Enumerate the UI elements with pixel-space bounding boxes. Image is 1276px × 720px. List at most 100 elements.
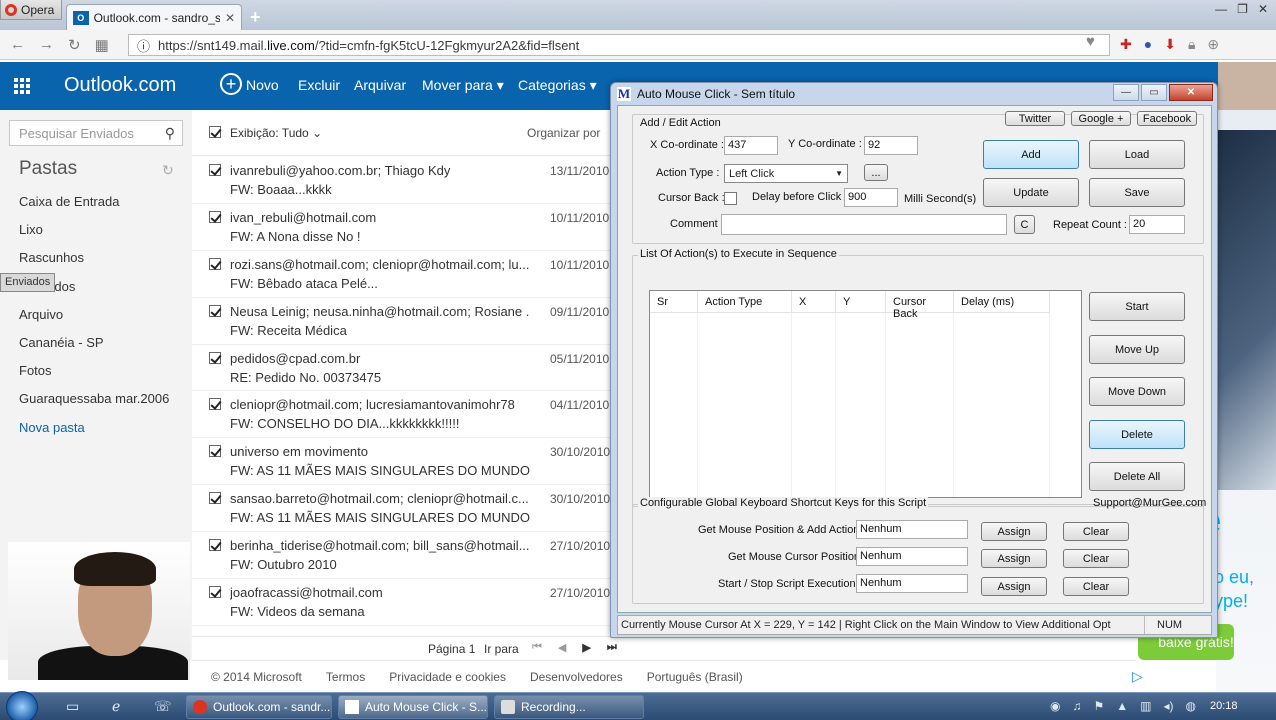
explorer-icon[interactable]: ▭ — [66, 698, 79, 715]
message-row[interactable]: berinha_tiderise@hotmail.com; bill_sans@… — [192, 532, 612, 580]
facebook-button[interactable]: Facebook — [1137, 111, 1197, 126]
first-page-icon[interactable]: ⏮ — [532, 641, 542, 654]
taskbar-item-recording[interactable]: Recording... — [494, 695, 644, 719]
column-header-y[interactable]: Y — [836, 291, 886, 313]
start-button[interactable] — [6, 691, 38, 720]
tray-icon-1[interactable]: ◉ — [1050, 699, 1060, 713]
tray-icon-2[interactable]: ♫ — [1072, 699, 1081, 713]
adchoices-icon[interactable]: ▷ — [1132, 668, 1143, 685]
search-icon[interactable]: ⚲ — [165, 125, 175, 142]
message-row[interactable]: pedidos@cpad.com.br RE: Pedido No. 003734… — [192, 345, 612, 392]
shortcut-input[interactable]: Nenhum — [856, 547, 968, 566]
message-row[interactable]: joaofracassi@hotmail.com FW: Videos da se… — [192, 579, 612, 626]
ie-icon[interactable]: ℯ — [112, 698, 120, 715]
developers-link[interactable]: Desenvolvedores — [530, 670, 623, 684]
message-row[interactable]: universo em movimento FW: AS 11 MÃES MAIS… — [192, 438, 612, 486]
categories-command[interactable]: Categorias ▾ — [518, 77, 597, 94]
assign-button[interactable]: Assign — [981, 522, 1047, 541]
network-icon[interactable]: ▥ — [1140, 699, 1151, 713]
message-checkbox[interactable] — [209, 445, 221, 458]
view-filter-dropdown[interactable]: Exibição: Tudo ⌄ — [230, 126, 322, 140]
folder-archive[interactable]: Arquivo — [0, 301, 192, 329]
add-button[interactable]: Add — [983, 140, 1079, 169]
language-link[interactable]: Português (Brasil) — [647, 670, 743, 684]
bookmark-heart-icon[interactable]: ♥ — [1086, 33, 1095, 50]
app-launcher-grid-icon[interactable] — [14, 78, 30, 94]
action-options-button[interactable]: ... — [864, 164, 888, 181]
column-header-delay[interactable]: Delay (ms) — [954, 291, 1050, 313]
column-header-cursor-back[interactable]: Cursor Back — [886, 291, 954, 320]
repeat-count-input[interactable]: 20 — [1129, 215, 1185, 234]
taskbar-clock[interactable]: 20:18 — [1210, 700, 1238, 712]
google-plus-button[interactable]: Google + — [1071, 111, 1131, 126]
message-checkbox[interactable] — [209, 351, 221, 364]
folder-sent[interactable]: Enviados — [0, 272, 56, 292]
x-coordinate-input[interactable]: 437 — [724, 136, 778, 155]
message-row[interactable]: ivan_rebuli@hotmail.com FW: A Nona disse … — [192, 204, 612, 251]
search-input[interactable]: Pesquisar Enviados ⚲ — [9, 120, 183, 146]
new-tab-button[interactable]: + — [250, 7, 261, 28]
message-checkbox[interactable] — [209, 257, 221, 270]
viber-icon[interactable]: ☏ — [154, 698, 172, 715]
url-input[interactable]: ⓘ https://snt149.mail.live.com/?tid=cmfn… — [128, 34, 1110, 56]
new-folder-link[interactable]: Nova pasta — [0, 414, 192, 442]
twitter-button[interactable]: Twitter — [1005, 111, 1065, 126]
move-to-command[interactable]: Mover para ▾ — [422, 77, 504, 94]
maximize-button[interactable]: ❐ — [1237, 2, 1248, 16]
clear-comment-button[interactable]: C — [1014, 215, 1035, 234]
assign-button[interactable]: Assign — [981, 577, 1047, 596]
message-checkbox[interactable] — [209, 492, 221, 505]
support-email[interactable]: Support@MurGee.com — [1093, 497, 1206, 509]
extension-globe-icon[interactable]: ● — [1144, 36, 1152, 53]
folder-junk[interactable]: Lixo — [0, 216, 192, 244]
extension-red-icon[interactable]: ✚ — [1120, 36, 1132, 53]
volume-icon[interactable]: ◂) — [1163, 699, 1173, 713]
y-coordinate-input[interactable]: 92 — [864, 136, 918, 155]
forward-arrow-icon[interactable]: → — [39, 36, 54, 54]
message-checkbox[interactable] — [209, 539, 221, 552]
select-all-checkbox[interactable] — [209, 126, 221, 138]
minimize-button[interactable]: — — [1215, 2, 1227, 16]
move-down-button[interactable]: Move Down — [1089, 377, 1185, 406]
start-button[interactable]: Start — [1089, 292, 1185, 321]
delete-all-button[interactable]: Delete All — [1089, 462, 1185, 491]
globe-icon[interactable]: ◍ — [1186, 699, 1196, 713]
message-row[interactable]: cleniopr@hotmail.com; lucresiamantovanim… — [192, 391, 612, 439]
archive-command[interactable]: Arquivar — [354, 77, 406, 93]
shortcut-input[interactable]: Nenhum — [856, 520, 968, 539]
refresh-icon[interactable]: ↻ — [162, 162, 174, 179]
message-checkbox[interactable] — [209, 210, 221, 223]
delay-input[interactable]: 900 — [844, 188, 898, 207]
column-header-x[interactable]: X — [792, 291, 836, 313]
sort-by-dropdown[interactable]: Organizar por — [527, 126, 600, 140]
cursor-back-checkbox[interactable] — [724, 192, 737, 205]
shortcut-input[interactable]: Nenhum — [856, 574, 968, 593]
downloads-icon[interactable]: ⊕ — [1207, 36, 1219, 53]
folder-cananeia[interactable]: Cananéia - SP — [0, 329, 192, 357]
update-button[interactable]: Update — [983, 178, 1079, 207]
tray-icon-4[interactable]: ▲ — [1116, 699, 1128, 713]
tab-close-icon[interactable]: ✕ — [225, 11, 235, 25]
delete-command[interactable]: Excluir — [298, 77, 340, 93]
privacy-link[interactable]: Privacidade e cookies — [389, 670, 506, 684]
back-arrow-icon[interactable]: ← — [10, 36, 25, 54]
opera-menu-button[interactable]: Opera — [0, 0, 62, 20]
next-page-icon[interactable]: ▶ — [582, 641, 590, 654]
message-row[interactable]: ivanrebuli@yahoo.com.br; Thiago Kdy FW: B… — [192, 157, 612, 204]
taskbar-item-auto-mouse-click[interactable]: Auto Mouse Click - S... — [338, 695, 488, 719]
taskbar-item-outlook[interactable]: Outlook.com - sandr... — [186, 695, 332, 719]
delete-button[interactable]: Delete — [1089, 420, 1185, 449]
action-list-table[interactable]: Sr Action Type X Y Cursor Back Delay (ms… — [649, 290, 1082, 498]
save-button[interactable]: Save — [1089, 178, 1185, 207]
folder-inbox[interactable]: Caixa de Entrada — [0, 188, 192, 216]
message-row[interactable]: Neusa Leinig; neusa.ninha@hotmail.com; R… — [192, 298, 612, 345]
reload-icon[interactable]: ↻ — [68, 36, 81, 54]
clear-button[interactable]: Clear — [1063, 522, 1129, 541]
terms-link[interactable]: Termos — [326, 670, 365, 684]
close-button[interactable]: ✕ — [1258, 2, 1268, 16]
folder-photos[interactable]: Fotos — [0, 357, 192, 385]
lock-icon[interactable]: 🔒︎ — [1188, 36, 1195, 53]
load-button[interactable]: Load — [1089, 140, 1185, 169]
message-row[interactable]: rozi.sans@hotmail.com; cleniopr@hotmail.… — [192, 251, 612, 298]
browser-tab-outlook[interactable]: O Outlook.com - sandro_ss ✕ — [66, 4, 242, 30]
